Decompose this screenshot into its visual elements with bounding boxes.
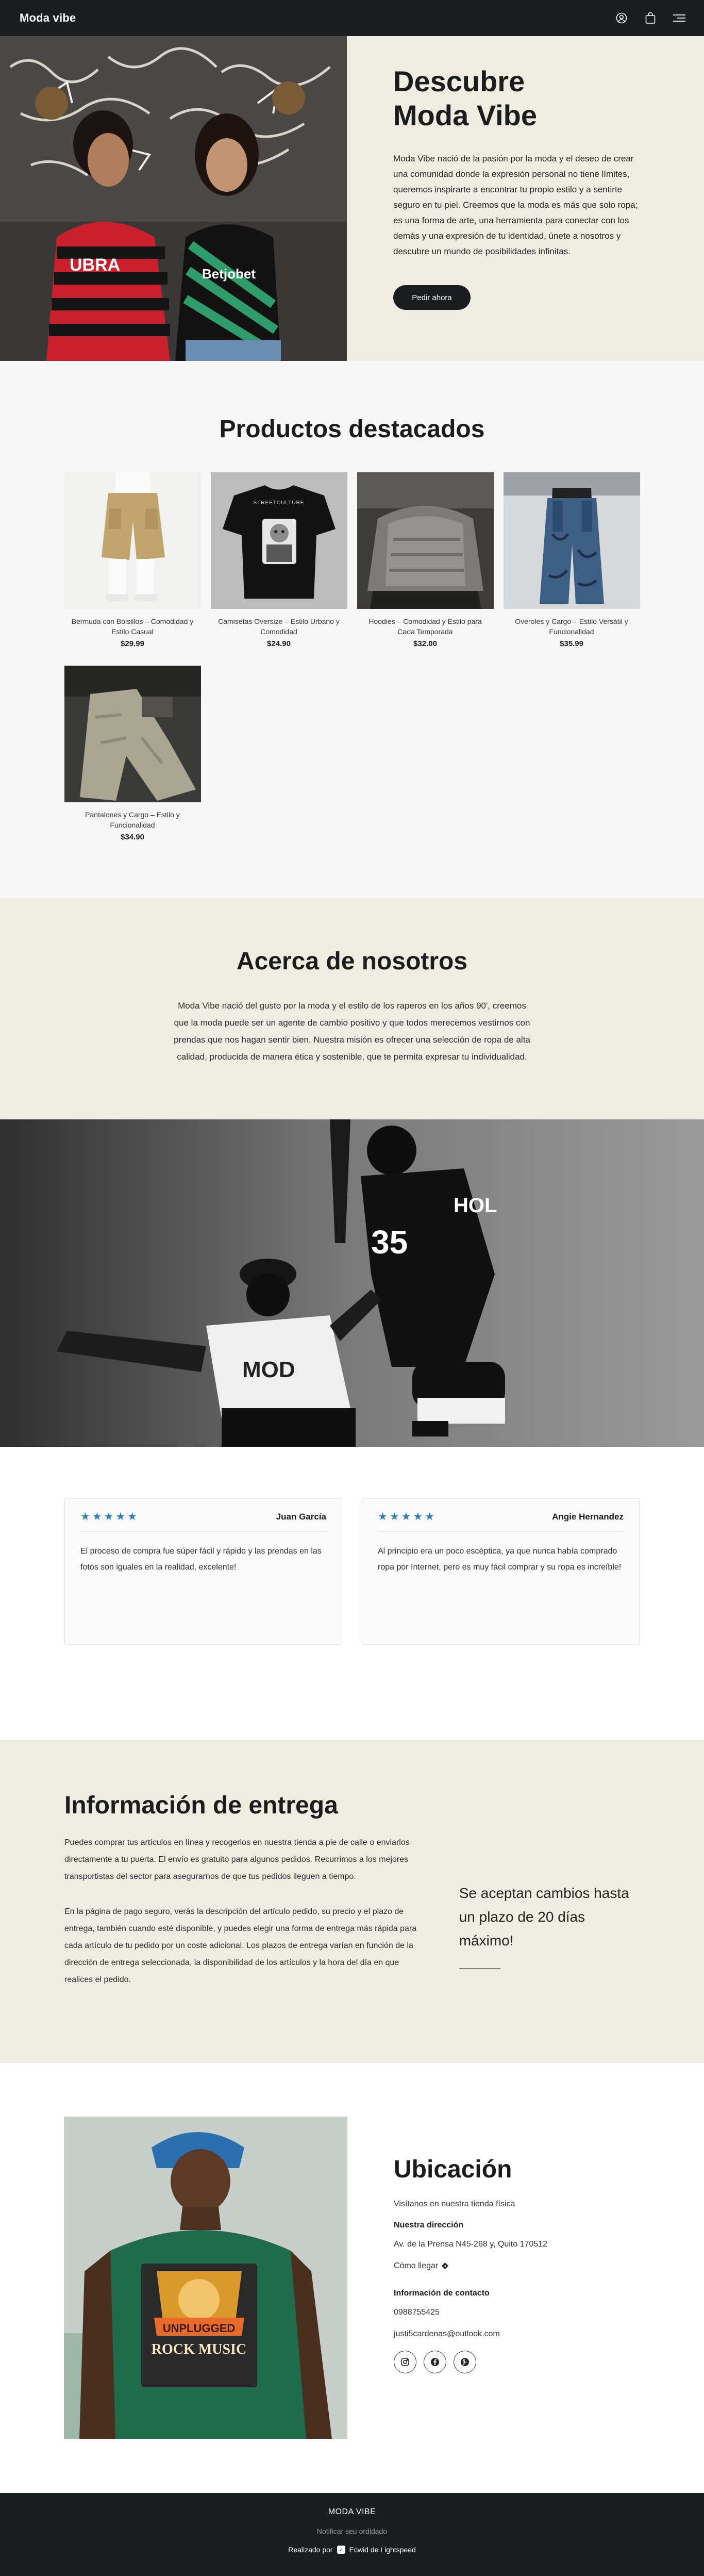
footer-powered-by: Realizado por ✓ Ecwid de Lightspeed [0,2546,704,2554]
order-now-button[interactable]: Pedir ahora [393,285,471,310]
hero-image: UBRA Betjobet [0,36,347,361]
hero-text-block: Descubre Moda Vibe Moda Vibe nació de la… [347,36,704,361]
instagram-icon[interactable] [394,2351,416,2373]
product-name[interactable]: Overoles y Cargo – Estilo Versátil y Fun… [504,616,640,637]
review-card: ★★★★★ Angie Hernandez Al principio era u… [362,1498,640,1645]
dancers-banner-image: 35 HOL MOD [0,1119,704,1447]
contact-phone[interactable]: 0988755425 [394,2307,547,2318]
product-price: $34.90 [121,833,144,841]
product-image[interactable] [503,472,640,609]
powered-by-brand[interactable]: Ecwid de Lightspeed [349,2546,416,2554]
user-icon[interactable] [614,11,629,25]
featured-products-section: Productos destacados Bermuda con Bolsill… [0,361,704,898]
pinterest-icon[interactable] [454,2351,476,2373]
svg-text:MOD: MOD [242,1357,295,1382]
hero-title: Descubre Moda Vibe [393,64,658,133]
product-name[interactable]: Bermuda con Bolsillos – Comodidad y Esti… [64,616,201,637]
product-price: $32.00 [413,639,437,648]
product-image[interactable] [64,472,201,609]
review-card: ★★★★★ Juan García El proceso de compra f… [64,1498,342,1645]
location-info: Ubicación Visítanos en nuestra tienda fí… [394,2117,547,2439]
contact-email[interactable]: justi5cardenas@outlook.com [394,2329,547,2339]
about-us-title: Acerca de nosotros [236,948,468,975]
svg-text:Betjobet: Betjobet [202,266,256,282]
delivery-note-column: Se aceptan cambios hasta un plazo de 20 … [459,1791,640,2006]
address-heading: Nuestra dirección [394,2221,464,2230]
review-text: Al principio era un poco escéptica, ya q… [378,1547,622,1572]
menu-icon[interactable] [672,11,686,25]
star-rating: ★★★★★ [378,1511,437,1523]
delivery-paragraph: En la página de pago seguro, verás la de… [64,1907,417,1984]
delivery-info-section: Información de entrega Puedes comprar tu… [0,1740,704,2063]
product-card[interactable]: Overoles y Cargo – Estilo Versátil y Fun… [503,472,640,648]
product-name[interactable]: Camisetas Oversize – Estilo Urbano y Com… [211,616,347,637]
featured-products-title: Productos destacados [219,416,485,443]
store-address: Av. de la Prensa N45-268 y, Quito 170512 [394,2240,547,2249]
store-model-image: UNPLUGGED ROCK MUSIC [64,2117,347,2439]
powered-by-label: Realizado por [288,2546,333,2554]
product-image[interactable] [64,666,201,802]
about-us-section: Acerca de nosotros Moda Vibe nació del g… [0,898,704,1119]
review-header: ★★★★★ Juan García [80,1510,326,1532]
hero-title-line2: Moda Vibe [393,99,538,131]
directions-link[interactable]: Cómo llegar [394,2261,547,2271]
review-text: El proceso de compra fue súper fácil y r… [80,1547,322,1572]
social-links [394,2351,547,2373]
reviews-row: ★★★★★ Juan García El proceso de compra f… [64,1498,640,1645]
footer-notify-link[interactable]: Notificar seu ordidado [0,2527,704,2535]
facebook-icon[interactable] [424,2351,446,2373]
svg-text:HOL: HOL [454,1194,497,1217]
hero-title-line1: Descubre [393,65,525,97]
product-price: $35.99 [560,639,583,648]
reviews-section: ★★★★★ Juan García El proceso de compra f… [0,1447,704,1740]
delivery-paragraph: Puedes comprar tus artículos en línea y … [64,1838,410,1881]
location-intro: Visítanos en nuestra tienda física [394,2200,515,2208]
product-image[interactable]: STREETCULTURE [210,472,347,609]
top-navigation-bar: Moda vibe [0,0,704,36]
location-title: Ubicación [394,2156,512,2183]
star-rating: ★★★★★ [80,1511,140,1523]
product-card[interactable]: Hoodies – Comodidad y Estilo para Cada T… [357,472,494,648]
hero-description: Moda Vibe nació de la pasión por la moda… [393,154,638,256]
delivery-text-column: Información de entrega Puedes comprar tu… [64,1791,423,2006]
lightspeed-logo-icon: ✓ [337,2546,345,2554]
product-name[interactable]: Pantalones y Cargo – Estilo y Funcionali… [64,810,201,830]
product-grid: Bermuda con Bolsillos – Comodidad y Esti… [64,472,640,841]
hero-section: UBRA Betjobet Descubre Moda Vibe Moda Vi… [0,36,704,361]
product-card[interactable]: STREETCULTURE Camisetas Oversize – Estil… [210,472,347,648]
directions-diamond-icon [441,2261,448,2270]
reviewer-name: Angie Hernandez [552,1511,624,1522]
svg-text:35: 35 [371,1224,408,1261]
exchange-policy-note: Se aceptan cambios hasta un plazo de 20 … [459,1885,629,1948]
reviewer-name: Juan García [276,1511,326,1522]
svg-text:UBRA: UBRA [70,255,120,275]
product-price: $24.90 [267,639,291,648]
site-footer: MODA VIBE Notificar seu ordidado Realiza… [0,2493,704,2576]
svg-text:STREETCULTURE: STREETCULTURE [253,500,304,506]
product-name[interactable]: Hoodies – Comodidad y Estilo para Cada T… [357,616,494,637]
about-us-description: Moda Vibe nació del gusto por la moda y … [174,1001,530,1062]
shopping-bag-icon[interactable] [643,11,658,25]
footer-brand[interactable]: MODA VIBE [0,2507,704,2517]
directions-label[interactable]: Cómo llegar [394,2261,438,2270]
brand-logo[interactable]: Moda vibe [20,11,76,25]
product-card[interactable]: Pantalones y Cargo – Estilo y Funcionali… [64,666,201,841]
svg-text:UNPLUGGED: UNPLUGGED [163,2322,236,2335]
product-card[interactable]: Bermuda con Bolsillos – Comodidad y Esti… [64,472,201,648]
contact-heading: Información de contacto [394,2289,490,2298]
header-icons [614,0,686,36]
delivery-title: Información de entrega [64,1792,338,1819]
product-image[interactable] [357,472,494,609]
divider [459,1968,500,1969]
location-section: UNPLUGGED ROCK MUSIC Ubicación Visítanos… [0,2063,704,2493]
product-price: $29.99 [121,639,144,648]
review-header: ★★★★★ Angie Hernandez [378,1510,624,1532]
svg-text:ROCK MUSIC: ROCK MUSIC [152,2341,246,2357]
